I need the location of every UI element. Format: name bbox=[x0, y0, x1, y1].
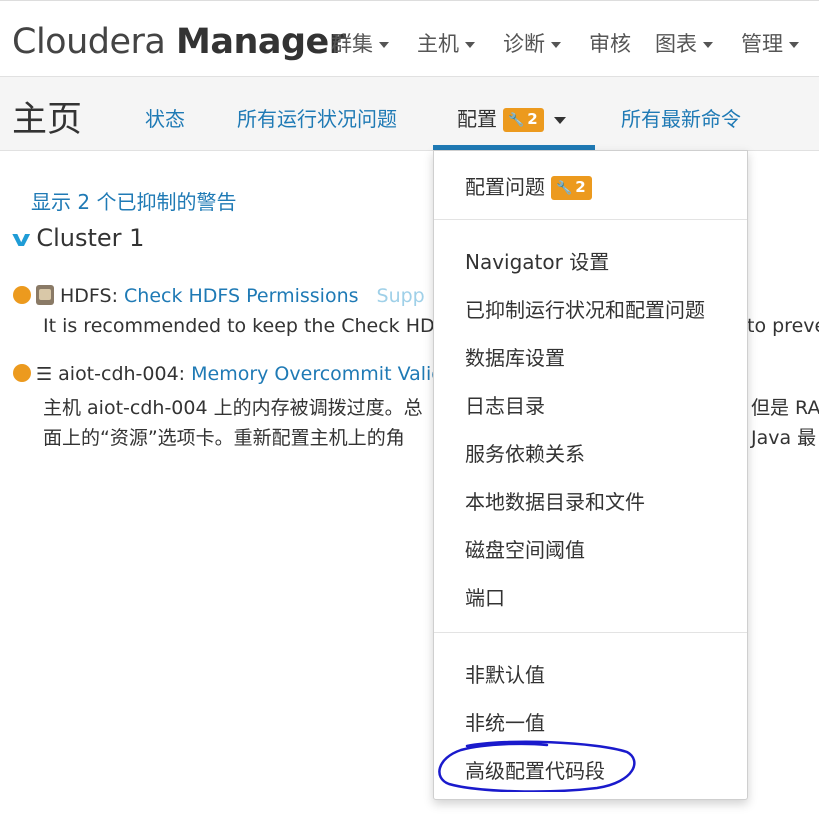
alert-link[interactable]: Check HDFS Permissions bbox=[124, 285, 358, 307]
menu-item-advanced-config-snippets[interactable]: 高级配置代码段 bbox=[465, 755, 605, 784]
top-navbar: Cloudera Manager 群集 主机 诊断 审核 图表 管理 bbox=[0, 6, 819, 77]
alert-description: It is recommended to keep the Check HDF bbox=[43, 315, 446, 337]
tab-configuration-label: 配置 bbox=[457, 107, 497, 131]
chevron-down-icon bbox=[553, 117, 566, 124]
menu-item-suppressed-issues[interactable]: 已抑制运行状况和配置问题 bbox=[465, 294, 705, 323]
menu-divider bbox=[434, 219, 747, 220]
chevron-down-icon bbox=[703, 42, 713, 48]
menu-diagnostics-label: 诊断 bbox=[503, 32, 545, 56]
alert-description-overflow: to preve bbox=[747, 315, 819, 337]
chevron-down-icon bbox=[551, 42, 561, 48]
show-suppressed-warnings-link[interactable]: 显示 2 个已抑制的警告 bbox=[31, 186, 236, 215]
menu-item-non-default-values[interactable]: 非默认值 bbox=[465, 659, 545, 688]
alert-row-hdfs: HDFS: Check HDFS Permissions Supp bbox=[13, 285, 425, 307]
alert-description-line1: 主机 aiot-cdh-004 上的内存被调拨过度。总 bbox=[43, 397, 423, 419]
menu-hosts-label: 主机 bbox=[417, 32, 459, 56]
suppress-link[interactable]: Supp bbox=[377, 285, 425, 307]
menu-audits[interactable]: 审核 bbox=[589, 28, 631, 58]
list-icon: ☰ bbox=[36, 364, 53, 385]
menu-divider bbox=[434, 632, 747, 633]
menu-item-service-dependencies[interactable]: 服务依赖关系 bbox=[465, 438, 585, 467]
alert-prefix: aiot-cdh-004: bbox=[58, 363, 186, 385]
hdfs-service-icon bbox=[36, 285, 54, 305]
menu-charts-label: 图表 bbox=[655, 32, 697, 56]
tab-status[interactable]: 状态 bbox=[145, 103, 185, 132]
config-issues-count: 2 bbox=[527, 110, 538, 128]
menu-diagnostics[interactable]: 诊断 bbox=[503, 28, 561, 58]
menu-item-database-settings[interactable]: 数据库设置 bbox=[465, 342, 565, 371]
configuration-dropdown-menu: 配置问题 🔧 2 Navigator 设置 已抑制运行状况和配置问题 数据库设置 日… bbox=[433, 150, 748, 800]
sub-navbar: 主页 状态 所有运行状况问题 配置 🔧 2 所有最新命令 bbox=[0, 77, 819, 151]
tab-configuration[interactable]: 配置 🔧 2 bbox=[457, 103, 566, 132]
menu-administration-label: 管理 bbox=[741, 32, 783, 56]
cluster-name: Cluster 1 bbox=[36, 224, 145, 252]
menu-item-navigator-settings[interactable]: Navigator 设置 bbox=[465, 246, 609, 275]
menu-item-config-issues[interactable]: 配置问题 🔧 2 bbox=[465, 171, 592, 200]
menu-item-log-directories[interactable]: 日志目录 bbox=[465, 390, 545, 419]
menu-hosts[interactable]: 主机 bbox=[417, 28, 475, 58]
warning-dot-icon bbox=[13, 286, 31, 304]
menu-item-local-data-directories[interactable]: 本地数据目录和文件 bbox=[465, 486, 645, 515]
alert-description-line2: 面上的“资源”选项卡。重新配置主机上的角 bbox=[43, 427, 405, 449]
menu-clusters-label: 群集 bbox=[331, 32, 373, 56]
chevron-down-icon bbox=[379, 42, 389, 48]
menu-audits-label: 审核 bbox=[589, 32, 631, 56]
chevron-down-icon: v bbox=[11, 227, 31, 252]
tab-recent-commands[interactable]: 所有最新命令 bbox=[621, 103, 741, 132]
logo-bold-text: Manager bbox=[176, 22, 346, 62]
chevron-down-icon bbox=[789, 42, 799, 48]
menu-clusters[interactable]: 群集 bbox=[331, 28, 389, 58]
menu-item-ports[interactable]: 端口 bbox=[465, 582, 505, 611]
wrench-icon: 🔧 bbox=[556, 181, 573, 196]
menu-charts[interactable]: 图表 bbox=[655, 28, 713, 58]
menu-item-non-uniform-values[interactable]: 非统一值 bbox=[465, 707, 545, 736]
logo-light-text: Cloudera bbox=[12, 22, 166, 62]
menu-item-label: 配置问题 bbox=[465, 175, 545, 199]
page-title: 主页 bbox=[12, 100, 83, 140]
chevron-down-icon bbox=[465, 42, 475, 48]
alert-prefix: HDFS: bbox=[60, 285, 118, 307]
app-logo[interactable]: Cloudera Manager bbox=[12, 20, 346, 64]
tab-all-health-issues[interactable]: 所有运行状况问题 bbox=[237, 103, 397, 132]
config-issues-count: 2 bbox=[575, 178, 586, 196]
cluster-header[interactable]: v Cluster 1 bbox=[11, 224, 145, 252]
alert-row-host: ☰ aiot-cdh-004: Memory Overcommit Valid bbox=[13, 363, 443, 385]
warning-dot-icon bbox=[13, 364, 31, 382]
menu-item-disk-space-thresholds[interactable]: 磁盘空间阈值 bbox=[465, 534, 585, 563]
config-issues-badge: 🔧 2 bbox=[551, 176, 592, 200]
config-issues-badge: 🔧 2 bbox=[503, 108, 544, 132]
menu-administration[interactable]: 管理 bbox=[741, 28, 799, 58]
alert-description-overflow-2: Java 最 bbox=[751, 427, 817, 449]
alert-link[interactable]: Memory Overcommit Valid bbox=[191, 363, 443, 385]
alert-description-overflow-1: 但是 RAI bbox=[751, 397, 819, 419]
wrench-icon: 🔧 bbox=[508, 113, 525, 128]
